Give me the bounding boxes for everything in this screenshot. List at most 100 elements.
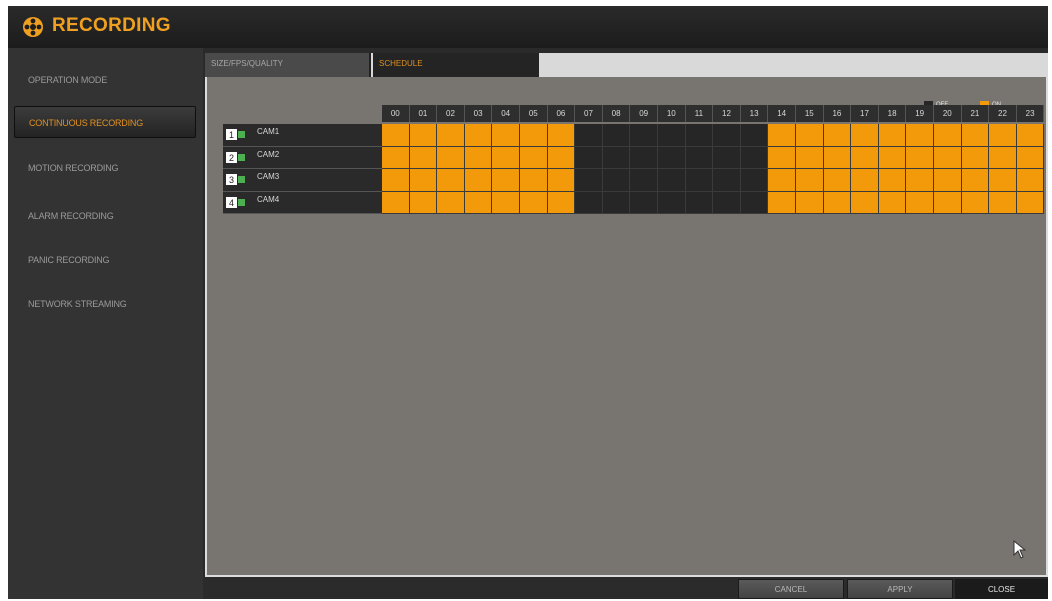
- schedule-cell[interactable]: [575, 124, 603, 147]
- schedule-cell[interactable]: [575, 191, 603, 214]
- cancel-button[interactable]: CANCEL: [738, 579, 844, 599]
- camera-row-label[interactable]: 4 CAM4: [223, 191, 384, 214]
- tab-schedule[interactable]: SCHEDULE: [373, 53, 539, 77]
- schedule-cell[interactable]: [602, 146, 631, 169]
- schedule-cell[interactable]: [1016, 169, 1045, 192]
- schedule-cell[interactable]: [602, 124, 631, 147]
- schedule-cell[interactable]: [906, 169, 934, 192]
- schedule-cell[interactable]: [961, 191, 990, 214]
- schedule-cell[interactable]: [934, 191, 962, 214]
- schedule-cell[interactable]: [934, 169, 962, 192]
- schedule-cell[interactable]: [768, 124, 796, 147]
- schedule-cell[interactable]: [906, 124, 934, 147]
- schedule-cell[interactable]: [989, 191, 1017, 214]
- schedule-cell[interactable]: [630, 146, 658, 169]
- schedule-cell[interactable]: [547, 191, 576, 214]
- schedule-cell[interactable]: [464, 191, 493, 214]
- schedule-cell[interactable]: [906, 146, 934, 169]
- schedule-cell[interactable]: [768, 146, 796, 169]
- schedule-cell[interactable]: [796, 124, 824, 147]
- schedule-cell[interactable]: [740, 169, 769, 192]
- sidebar-item-motion-recording[interactable]: MOTION RECORDING: [8, 152, 203, 184]
- schedule-cell[interactable]: [961, 169, 990, 192]
- schedule-cell[interactable]: [658, 169, 686, 192]
- schedule-cell[interactable]: [492, 169, 520, 192]
- schedule-cell[interactable]: [740, 124, 769, 147]
- schedule-cell[interactable]: [740, 146, 769, 169]
- sidebar-item-operation-mode[interactable]: OPERATION MODE: [8, 64, 203, 96]
- schedule-cell[interactable]: [961, 146, 990, 169]
- schedule-cell[interactable]: [768, 169, 796, 192]
- schedule-cell[interactable]: [989, 169, 1017, 192]
- camera-row-label[interactable]: 2 CAM2: [223, 146, 384, 169]
- schedule-cell[interactable]: [989, 146, 1017, 169]
- schedule-cell[interactable]: [658, 191, 686, 214]
- schedule-cell[interactable]: [685, 191, 714, 214]
- schedule-cell[interactable]: [1016, 146, 1045, 169]
- schedule-cell[interactable]: [713, 191, 741, 214]
- schedule-cell[interactable]: [437, 191, 465, 214]
- schedule-cell[interactable]: [713, 169, 741, 192]
- schedule-cell[interactable]: [1016, 191, 1045, 214]
- schedule-cell[interactable]: [851, 146, 879, 169]
- schedule-cell[interactable]: [382, 124, 410, 147]
- schedule-cell[interactable]: [768, 191, 796, 214]
- schedule-cell[interactable]: [575, 169, 603, 192]
- schedule-cell[interactable]: [630, 124, 658, 147]
- schedule-cell[interactable]: [878, 146, 907, 169]
- sidebar-item-continuous-recording[interactable]: CONTINUOUS RECORDING: [14, 106, 196, 138]
- schedule-cell[interactable]: [713, 124, 741, 147]
- schedule-cell[interactable]: [989, 124, 1017, 147]
- schedule-cell[interactable]: [382, 169, 410, 192]
- schedule-cell[interactable]: [464, 169, 493, 192]
- schedule-cell[interactable]: [492, 191, 520, 214]
- schedule-cell[interactable]: [437, 124, 465, 147]
- apply-button[interactable]: APPLY: [847, 579, 953, 599]
- schedule-cell[interactable]: [630, 169, 658, 192]
- schedule-cell[interactable]: [934, 124, 962, 147]
- schedule-cell[interactable]: [823, 169, 852, 192]
- schedule-cell[interactable]: [1016, 124, 1045, 147]
- tab-size-fps-quality[interactable]: SIZE/FPS/QUALITY: [205, 53, 371, 77]
- schedule-cell[interactable]: [437, 146, 465, 169]
- schedule-cell[interactable]: [409, 146, 438, 169]
- schedule-cell[interactable]: [796, 169, 824, 192]
- schedule-cell[interactable]: [713, 146, 741, 169]
- sidebar-item-panic-recording[interactable]: PANIC RECORDING: [8, 244, 203, 276]
- sidebar-item-network-streaming[interactable]: NETWORK STREAMING: [8, 288, 203, 320]
- schedule-cell[interactable]: [878, 124, 907, 147]
- schedule-cell[interactable]: [547, 146, 576, 169]
- schedule-cell[interactable]: [602, 169, 631, 192]
- schedule-cell[interactable]: [823, 191, 852, 214]
- schedule-cell[interactable]: [796, 191, 824, 214]
- schedule-cell[interactable]: [823, 146, 852, 169]
- camera-row-label[interactable]: 1 CAM1: [223, 124, 384, 147]
- schedule-cell[interactable]: [464, 146, 493, 169]
- schedule-cell[interactable]: [961, 124, 990, 147]
- camera-row-label[interactable]: 3 CAM3: [223, 169, 384, 192]
- schedule-cell[interactable]: [602, 191, 631, 214]
- close-button[interactable]: CLOSE: [955, 579, 1048, 599]
- schedule-cell[interactable]: [520, 146, 548, 169]
- schedule-cell[interactable]: [547, 169, 576, 192]
- schedule-cell[interactable]: [658, 124, 686, 147]
- schedule-cell[interactable]: [878, 191, 907, 214]
- schedule-cell[interactable]: [851, 124, 879, 147]
- schedule-cell[interactable]: [520, 169, 548, 192]
- schedule-cell[interactable]: [685, 169, 714, 192]
- schedule-cell[interactable]: [630, 191, 658, 214]
- schedule-cell[interactable]: [409, 169, 438, 192]
- schedule-cell[interactable]: [685, 146, 714, 169]
- schedule-cell[interactable]: [382, 191, 410, 214]
- schedule-cell[interactable]: [740, 191, 769, 214]
- schedule-cell[interactable]: [492, 146, 520, 169]
- sidebar-item-alarm-recording[interactable]: ALARM RECORDING: [8, 200, 203, 232]
- schedule-cell[interactable]: [575, 146, 603, 169]
- schedule-cell[interactable]: [409, 191, 438, 214]
- schedule-cell[interactable]: [878, 169, 907, 192]
- schedule-cell[interactable]: [547, 124, 576, 147]
- schedule-cell[interactable]: [934, 146, 962, 169]
- schedule-cell[interactable]: [409, 124, 438, 147]
- schedule-cell[interactable]: [658, 146, 686, 169]
- schedule-cell[interactable]: [492, 124, 520, 147]
